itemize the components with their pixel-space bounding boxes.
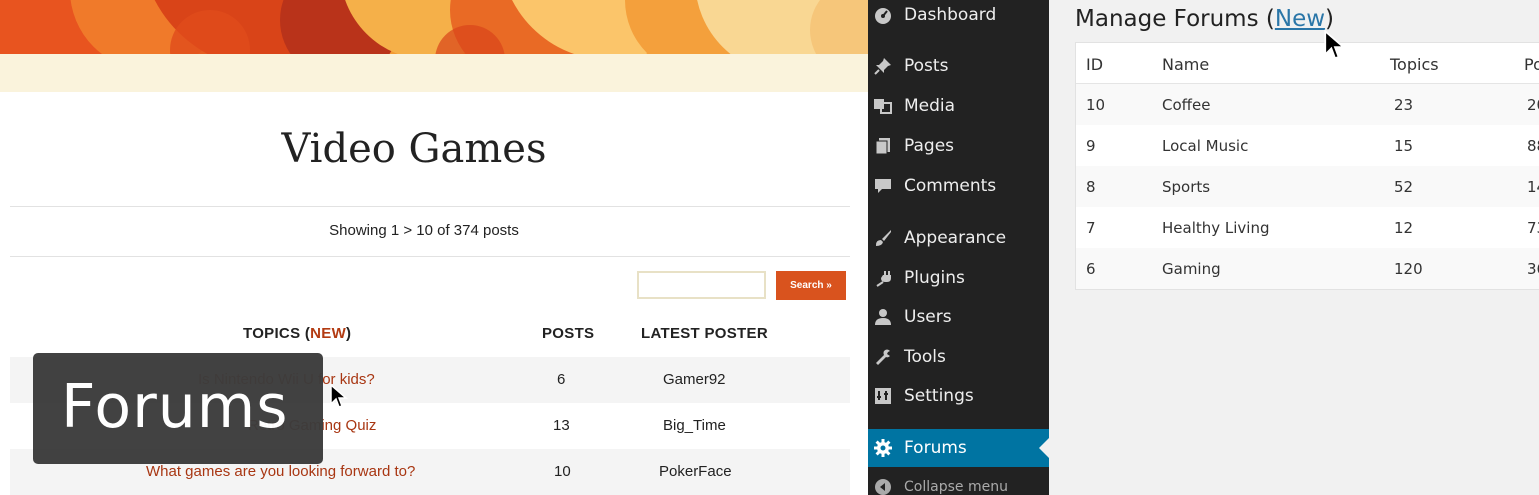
- latest-poster-column-header: LATEST POSTER: [641, 325, 768, 342]
- table-header: ID Name Topics Posts: [1076, 43, 1539, 84]
- table-row: 8 Sports 52 14: [1076, 166, 1539, 207]
- plug-icon: [873, 268, 893, 288]
- media-icon: [873, 96, 893, 116]
- header-strip: [0, 54, 868, 92]
- mouse-cursor-icon: [330, 384, 348, 408]
- pages-icon: [873, 136, 893, 156]
- search-button[interactable]: Search »: [776, 271, 846, 300]
- divider: [10, 256, 850, 257]
- sidebar-item-label: Users: [904, 307, 952, 327]
- sidebar-item-label: Tools: [904, 347, 946, 367]
- mouse-cursor-icon: [1324, 29, 1346, 60]
- topic-link[interactable]: What games are you looking forward to?: [146, 463, 415, 480]
- add-new-forum-link[interactable]: New: [1275, 6, 1325, 32]
- forum-post-count: 36: [1527, 260, 1539, 278]
- collapse-icon: [873, 477, 893, 495]
- forum-name[interactable]: Sports: [1162, 178, 1210, 196]
- forum-topic-count: 23: [1394, 96, 1414, 114]
- settings-icon: [873, 386, 893, 406]
- forum-id: 10: [1086, 96, 1106, 114]
- table-row: 7 Healthy Living 12 73: [1076, 207, 1539, 248]
- sidebar-item-label: Pages: [904, 136, 955, 156]
- forum-id: 8: [1086, 178, 1096, 196]
- latest-poster[interactable]: Big_Time: [663, 417, 726, 434]
- sidebar-item-label: Dashboard: [904, 5, 997, 25]
- post-count: 10: [554, 463, 571, 480]
- latest-poster[interactable]: Gamer92: [663, 371, 726, 388]
- post-count: 6: [557, 371, 566, 388]
- user-icon: [873, 307, 893, 327]
- forum-name[interactable]: Gaming: [1162, 260, 1221, 278]
- pin-icon: [873, 56, 893, 76]
- topics-header-label: TOPICS (: [243, 325, 311, 342]
- forum-id: 7: [1086, 219, 1096, 237]
- forum-topic-count: 15: [1394, 137, 1414, 155]
- sidebar-item-label: Settings: [904, 386, 974, 406]
- column-header-topics[interactable]: Topics: [1390, 55, 1439, 74]
- sidebar-item-comments[interactable]: Comments: [868, 167, 1049, 205]
- active-indicator: [1039, 438, 1049, 458]
- column-header-id[interactable]: ID: [1086, 55, 1103, 74]
- brush-icon: [873, 228, 893, 248]
- forum-name[interactable]: Coffee: [1162, 96, 1210, 114]
- forum-frontend: Video Games Showing 1 > 10 of 374 posts …: [0, 0, 868, 495]
- topics-header-close: ): [346, 325, 352, 342]
- forums-overlay-badge: Forums: [33, 353, 323, 464]
- table-row: 9 Local Music 15 88: [1076, 125, 1539, 166]
- page-title: Manage Forums (New): [1075, 6, 1334, 32]
- forum-post-count: 14: [1527, 178, 1539, 196]
- latest-poster[interactable]: PokerFace: [659, 463, 732, 480]
- comment-icon: [873, 176, 893, 196]
- forum-id: 6: [1086, 260, 1096, 278]
- sidebar-item-label: Comments: [904, 176, 997, 196]
- sidebar-collapse-menu[interactable]: Collapse menu: [868, 468, 1049, 495]
- forum-name[interactable]: Healthy Living: [1162, 219, 1270, 237]
- forums-table: ID Name Topics Posts 10 Coffee 23 20 9 L…: [1075, 42, 1539, 290]
- sidebar-item-label: Media: [904, 96, 956, 116]
- sidebar-item-forums[interactable]: Forums: [868, 429, 1049, 467]
- sidebar-item-pages[interactable]: Pages: [868, 127, 1049, 165]
- sidebar-item-dashboard[interactable]: Dashboard: [868, 0, 1049, 34]
- column-header-name[interactable]: Name: [1162, 55, 1209, 74]
- sidebar-item-label: Forums: [904, 438, 967, 458]
- sidebar-item-label: Collapse menu: [904, 479, 1008, 495]
- sidebar-item-tools[interactable]: Tools: [868, 338, 1049, 376]
- dashboard-icon: [873, 5, 893, 25]
- forum-id: 9: [1086, 137, 1096, 155]
- forum-name[interactable]: Local Music: [1162, 137, 1248, 155]
- pagination-summary: Showing 1 > 10 of 374 posts: [329, 222, 519, 239]
- forum-post-count: 20: [1527, 96, 1539, 114]
- page-title: Video Games: [281, 126, 547, 172]
- title-text: Manage Forums (: [1075, 6, 1275, 32]
- forum-topic-count: 52: [1394, 178, 1414, 196]
- forum-post-count: 88: [1527, 137, 1539, 155]
- banner-graphic: [0, 0, 868, 54]
- search-input[interactable]: [637, 271, 766, 299]
- table-row: 10 Coffee 23 20: [1076, 84, 1539, 125]
- forum-topic-count: 120: [1394, 260, 1423, 278]
- new-topic-link[interactable]: NEW: [310, 325, 346, 342]
- divider: [10, 206, 850, 207]
- sidebar-item-users[interactable]: Users: [868, 298, 1049, 336]
- table-row: 6 Gaming 120 36: [1076, 248, 1539, 289]
- sidebar-item-posts[interactable]: Posts: [868, 47, 1049, 85]
- admin-sidebar: Dashboard Posts Media Pages Comments App…: [868, 0, 1049, 495]
- sidebar-item-settings[interactable]: Settings: [868, 377, 1049, 415]
- posts-column-header: POSTS: [542, 325, 595, 342]
- topics-column-header: TOPICS (NEW): [243, 325, 351, 342]
- column-header-posts[interactable]: Posts: [1524, 55, 1539, 74]
- forum-post-count: 73: [1527, 219, 1539, 237]
- wrench-icon: [873, 347, 893, 367]
- sidebar-item-label: Posts: [904, 56, 949, 76]
- post-count: 13: [553, 417, 570, 434]
- sidebar-item-media[interactable]: Media: [868, 87, 1049, 125]
- sidebar-item-label: Appearance: [904, 228, 1007, 248]
- forum-topic-count: 12: [1394, 219, 1414, 237]
- sidebar-item-label: Plugins: [904, 268, 965, 288]
- header-banner: [0, 0, 868, 54]
- admin-content: Manage Forums (New) ID Name Topics Posts…: [1049, 0, 1539, 495]
- sidebar-item-appearance[interactable]: Appearance: [868, 219, 1049, 257]
- sidebar-item-plugins[interactable]: Plugins: [868, 259, 1049, 297]
- gear-icon: [873, 438, 893, 458]
